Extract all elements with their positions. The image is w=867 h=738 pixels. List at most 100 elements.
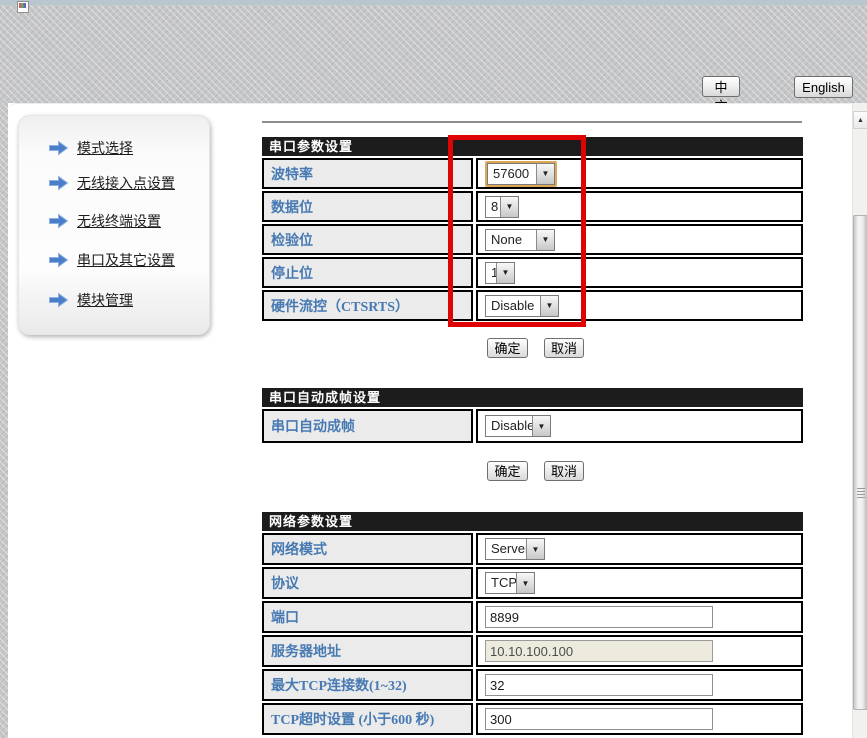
select-value: 1 — [486, 263, 496, 283]
parity-select[interactable]: None ▼ — [485, 229, 555, 251]
blue-arrow-icon — [48, 175, 69, 191]
sidebar-item-wireless-ap[interactable]: 无线接入点设置 — [48, 173, 175, 193]
row-value-cell: 1 ▼ — [476, 257, 803, 288]
row-value-cell — [476, 669, 803, 701]
select-value: Disable — [486, 416, 532, 436]
tcp-timeout-input[interactable] — [485, 708, 713, 730]
select-value: 57600 — [488, 164, 536, 184]
row-value-cell — [476, 601, 803, 633]
auto-framing-table: 串口自动成帧设置 串口自动成帧 Disable ▼ — [262, 388, 803, 443]
left-margin-strip — [0, 103, 8, 738]
row-label: 服务器地址 — [262, 635, 473, 667]
scrollbar-track[interactable]: ▲ — [852, 103, 867, 738]
row-label: 协议 — [262, 567, 473, 599]
row-label: 最大TCP连接数(1~32) — [262, 669, 473, 701]
scrollbar-thumb[interactable] — [853, 215, 867, 710]
stop-bits-select[interactable]: 1 ▼ — [485, 262, 515, 284]
sidebar-item-label: 模式选择 — [77, 138, 133, 158]
page: 中文 English 模式选择 无线接入点设置 无线终端设置 串口及其它设置 — [0, 0, 867, 738]
sidebar-item-label: 串口及其它设置 — [77, 250, 175, 270]
row-value-cell — [476, 703, 803, 735]
sidebar-item-serial-other[interactable]: 串口及其它设置 — [48, 250, 175, 270]
table-row-flow-control: 硬件流控（CTSRTS） Disable ▼ — [262, 290, 803, 321]
table-row-parity: 检验位 None ▼ — [262, 224, 803, 255]
serial-cancel-button[interactable]: 取消 — [544, 338, 584, 358]
row-label: 停止位 — [262, 257, 473, 288]
sidebar: 模式选择 无线接入点设置 无线终端设置 串口及其它设置 模块管理 — [18, 115, 210, 335]
sidebar-item-module-management[interactable]: 模块管理 — [48, 290, 133, 310]
sidebar-item-label: 模块管理 — [77, 290, 133, 310]
protocol-select[interactable]: TCP ▼ — [485, 572, 535, 594]
dropdown-arrow-icon[interactable]: ▼ — [496, 263, 514, 283]
port-input[interactable] — [485, 606, 713, 628]
row-value-cell: Disable ▼ — [476, 409, 803, 443]
sidebar-item-mode-select[interactable]: 模式选择 — [48, 138, 133, 158]
row-value-cell — [476, 635, 803, 667]
table-row-protocol: 协议 TCP ▼ — [262, 567, 803, 599]
row-label: 硬件流控（CTSRTS） — [262, 290, 473, 321]
table-row-network-mode: 网络模式 Server ▼ — [262, 533, 803, 565]
network-mode-select[interactable]: Server ▼ — [485, 538, 545, 560]
select-value: Server — [486, 539, 526, 559]
select-value: TCP — [486, 573, 516, 593]
table-row-auto-framing: 串口自动成帧 Disable ▼ — [262, 409, 803, 443]
server-address-input — [485, 640, 713, 662]
baud-rate-select[interactable]: 57600 ▼ — [487, 163, 555, 185]
broken-image-icon — [17, 1, 29, 13]
auto-framing-ok-button[interactable]: 确定 — [487, 461, 528, 481]
lang-english-button[interactable]: English — [794, 76, 853, 98]
table-row-server-address: 服务器地址 — [262, 635, 803, 667]
table-row-tcp-timeout: TCP超时设置 (小于600 秒) — [262, 703, 803, 735]
top-divider-line — [262, 121, 802, 123]
table-row-max-tcp: 最大TCP连接数(1~32) — [262, 669, 803, 701]
table-header: 串口参数设置 — [262, 137, 803, 156]
table-row-baud-rate: 波特率 57600 ▼ — [262, 158, 803, 189]
row-value-cell: 8 ▼ — [476, 191, 803, 222]
row-label: 检验位 — [262, 224, 473, 255]
network-settings-table: 网络参数设置 网络模式 Server ▼ 协议 TCP ▼ 端口 — [262, 512, 803, 735]
focus-ring: 57600 ▼ — [485, 161, 557, 187]
sidebar-item-label: 无线终端设置 — [77, 211, 161, 231]
blue-arrow-icon — [48, 252, 69, 268]
blue-arrow-icon — [48, 292, 69, 308]
serial-settings-table: 串口参数设置 波特率 57600 ▼ 数据位 8 ▼ — [262, 137, 803, 321]
lang-chinese-button[interactable]: 中文 — [702, 76, 740, 97]
flow-control-select[interactable]: Disable ▼ — [485, 295, 559, 317]
blue-arrow-icon — [48, 213, 69, 229]
dropdown-arrow-icon[interactable]: ▼ — [526, 539, 544, 559]
table-header: 网络参数设置 — [262, 512, 803, 531]
row-value-cell: None ▼ — [476, 224, 803, 255]
auto-framing-cancel-button[interactable]: 取消 — [544, 461, 584, 481]
table-header: 串口自动成帧设置 — [262, 388, 803, 407]
max-tcp-connections-input[interactable] — [485, 674, 713, 696]
dropdown-arrow-icon[interactable]: ▼ — [532, 416, 550, 436]
row-value-cell: Server ▼ — [476, 533, 803, 565]
row-label: TCP超时设置 (小于600 秒) — [262, 703, 473, 735]
scrollbar-up-icon[interactable]: ▲ — [853, 111, 867, 129]
dropdown-arrow-icon[interactable]: ▼ — [516, 573, 534, 593]
row-value-cell: 57600 ▼ — [476, 158, 803, 189]
table-row-port: 端口 — [262, 601, 803, 633]
select-value: None — [486, 230, 536, 250]
row-label: 端口 — [262, 601, 473, 633]
top-strip — [0, 0, 867, 5]
data-bits-select[interactable]: 8 ▼ — [485, 196, 519, 218]
dropdown-arrow-icon[interactable]: ▼ — [500, 197, 518, 217]
auto-framing-select[interactable]: Disable ▼ — [485, 415, 551, 437]
row-label: 数据位 — [262, 191, 473, 222]
row-label: 串口自动成帧 — [262, 409, 473, 443]
table-row-stop-bits: 停止位 1 ▼ — [262, 257, 803, 288]
select-value: Disable — [486, 296, 540, 316]
blue-arrow-icon — [48, 140, 69, 156]
row-value-cell: Disable ▼ — [476, 290, 803, 321]
row-label: 波特率 — [262, 158, 473, 189]
dropdown-arrow-icon[interactable]: ▼ — [540, 296, 558, 316]
table-row-data-bits: 数据位 8 ▼ — [262, 191, 803, 222]
scrollbar-grip-icon — [857, 488, 865, 498]
sidebar-item-wireless-terminal[interactable]: 无线终端设置 — [48, 211, 161, 231]
serial-ok-button[interactable]: 确定 — [487, 338, 528, 358]
row-label: 网络模式 — [262, 533, 473, 565]
dropdown-arrow-icon[interactable]: ▼ — [536, 164, 554, 184]
sidebar-item-label: 无线接入点设置 — [77, 173, 175, 193]
dropdown-arrow-icon[interactable]: ▼ — [536, 230, 554, 250]
